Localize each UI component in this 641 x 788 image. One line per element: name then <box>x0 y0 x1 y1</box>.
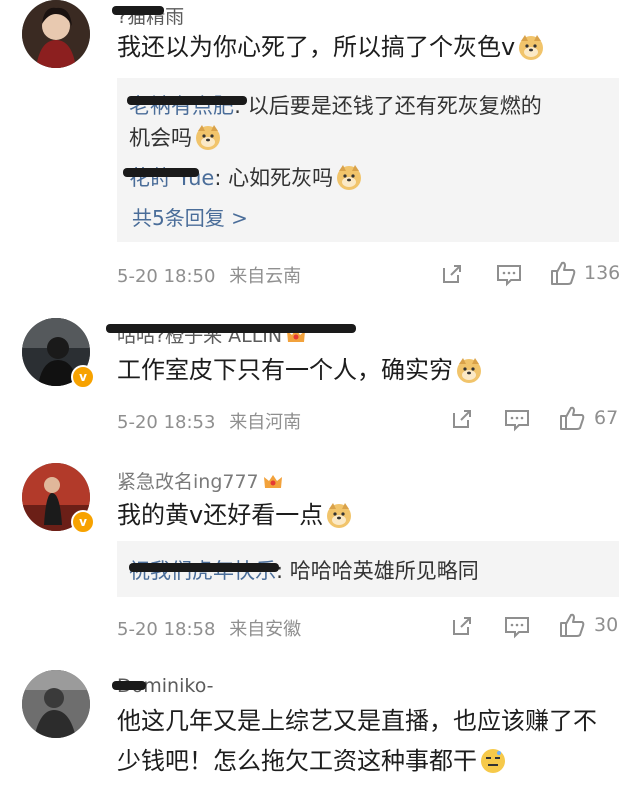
like-count: 30 <box>594 614 619 636</box>
comment-time: 5-20 18:58 <box>117 619 216 640</box>
like-count: 67 <box>594 407 619 429</box>
comment-text: 工作室皮下只有一个人，确实穷 <box>117 350 617 390</box>
username-redaction <box>106 324 356 333</box>
comment-location: 来自云南 <box>229 266 302 287</box>
like-icon[interactable] <box>558 611 586 643</box>
more-replies-link[interactable]: 共5条回复 > <box>132 202 248 231</box>
verified-badge: v <box>71 510 95 534</box>
comment-icon[interactable] <box>496 263 522 291</box>
reply-item[interactable]: 花莳 Yue: 心如死灰吗 <box>129 162 363 192</box>
doge-emoji-icon <box>335 163 363 191</box>
comment-item: Dominiko- 他这几年又是上综艺又是直播，也应该赚了不 少钱吧！怎么拖欠工… <box>0 665 641 788</box>
doge-emoji-icon <box>455 356 483 384</box>
comment-text: 他这几年又是上综艺又是直播，也应该赚了不 <box>117 707 597 735</box>
comment-icon[interactable] <box>504 408 530 436</box>
like-icon[interactable] <box>549 259 577 291</box>
comment-text: 我还以为你心死了，所以搞了个灰色v <box>117 27 617 67</box>
username-redaction <box>127 96 247 105</box>
comment-time: 5-20 18:53 <box>117 412 216 433</box>
username-redaction <box>129 563 279 572</box>
comment-item: v 咕咕?橙子来 ALLIN 工作室皮下只有一个人，确实穷 5-20 18:53… <box>0 310 641 450</box>
speechless-emoji-icon <box>479 747 507 775</box>
share-icon[interactable] <box>440 262 464 290</box>
comment-location: 来自河南 <box>229 412 302 433</box>
username-redaction <box>112 6 164 15</box>
reply-item[interactable]: 老衲有点肥: 以后要是还钱了还有死灰复燃的 <box>129 90 542 120</box>
doge-emoji-icon <box>325 501 353 529</box>
username-redaction <box>123 168 199 177</box>
crown-badge-icon <box>263 473 283 491</box>
comment-item: ?猫精雨 我还以为你心死了，所以搞了个灰色v 老衲有点肥: 以后要是还钱了还有死… <box>0 0 641 300</box>
comment-item: v 紧急改名ing777 我的黄v还好看一点 祝我们虎年快乐: 哈哈哈英雄所见略… <box>0 455 641 655</box>
reply-item-continued: 机会吗 <box>129 122 222 152</box>
comment-time: 5-20 18:50 <box>117 266 216 287</box>
share-icon[interactable] <box>450 614 474 642</box>
avatar[interactable] <box>22 0 90 68</box>
comment-location: 来自安徽 <box>229 619 302 640</box>
like-icon[interactable] <box>558 404 586 436</box>
username[interactable]: 紧急改名ing777 <box>117 467 283 494</box>
comment-icon[interactable] <box>504 615 530 643</box>
verified-badge: v <box>71 365 95 389</box>
username-redaction <box>112 681 146 690</box>
reply-box: 祝我们虎年快乐: 哈哈哈英雄所见略同 <box>117 541 619 597</box>
doge-emoji-icon <box>517 33 545 61</box>
like-count: 136 <box>584 262 621 284</box>
doge-emoji-icon <box>194 123 222 151</box>
reply-box: 老衲有点肥: 以后要是还钱了还有死灰复燃的 机会吗 花莳 Yue: 心如死灰吗 … <box>117 78 619 242</box>
share-icon[interactable] <box>450 407 474 435</box>
comment-text-continued: 少钱吧！怎么拖欠工资这种事都干 <box>117 741 617 781</box>
comment-meta: 5-20 18:50 来自云南 <box>117 262 301 288</box>
comment-meta: 5-20 18:53 来自河南 <box>117 408 301 434</box>
comment-meta: 5-20 18:58 来自安徽 <box>117 615 301 641</box>
avatar[interactable] <box>22 670 90 738</box>
comment-text: 我的黄v还好看一点 <box>117 495 617 535</box>
